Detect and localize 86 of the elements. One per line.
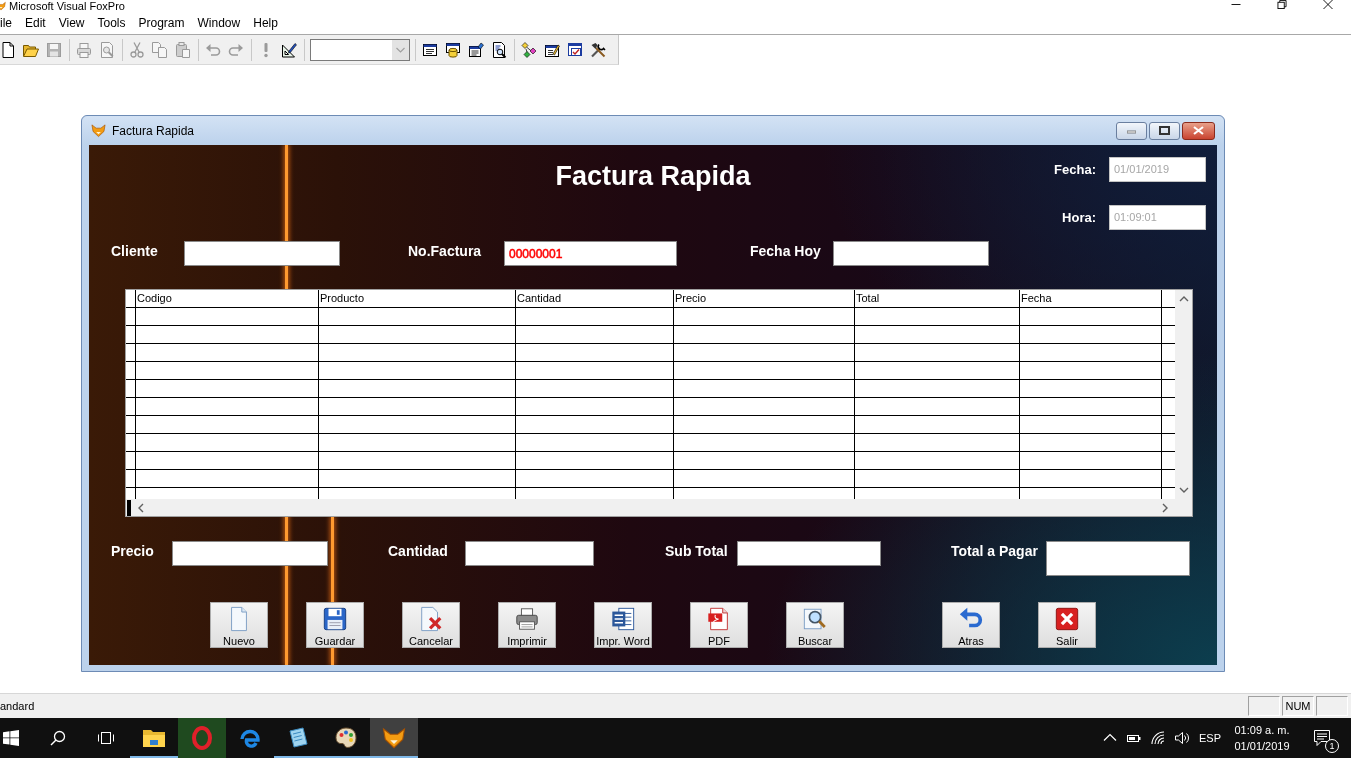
speaker-icon[interactable] (1174, 730, 1190, 746)
text-field[interactable] (737, 541, 881, 566)
pdf-export-button[interactable]: PDF (690, 602, 748, 648)
print-button[interactable]: Imprimir (498, 602, 556, 648)
exit-button[interactable]: Salir (1038, 602, 1096, 648)
database-window-icon[interactable] (445, 41, 461, 58)
column-header[interactable]: Codigo (136, 290, 319, 307)
close-button[interactable] (1182, 121, 1215, 140)
magnifier-page-icon (802, 606, 828, 632)
window-lines-icon[interactable] (422, 41, 438, 58)
minimize-icon (1127, 127, 1136, 134)
save-button[interactable]: Guardar (306, 602, 364, 648)
menu-item[interactable]: View (51, 14, 91, 32)
menu-item[interactable]: ile (0, 14, 18, 32)
restore-icon[interactable] (1277, 0, 1287, 9)
menu-item[interactable]: Window (190, 14, 247, 32)
hammer-wrench-icon[interactable] (590, 41, 606, 58)
close-icon[interactable] (1323, 0, 1333, 9)
maximize-icon (1159, 126, 1170, 135)
window-check-icon[interactable] (567, 41, 583, 58)
column-header[interactable]: Precio (674, 290, 855, 307)
field-label: No.Factura (408, 242, 482, 261)
column-header[interactable]: Fecha (1020, 290, 1162, 307)
page-cross-icon (418, 606, 444, 632)
text-field[interactable] (465, 541, 594, 566)
notification-badge: 1 (1325, 739, 1339, 753)
palette-icon (334, 726, 358, 750)
fox-icon (382, 726, 406, 750)
word-export-button[interactable]: Impr. Word (594, 602, 652, 648)
blank-page-icon[interactable] (0, 41, 16, 58)
search-icon[interactable] (50, 730, 66, 746)
text-field[interactable]: 00000001 (504, 241, 677, 266)
back-button[interactable]: Atras (942, 602, 1000, 648)
maximize-button[interactable] (1149, 121, 1180, 140)
new-button[interactable]: Nuevo (210, 602, 268, 648)
column-header[interactable]: Cantidad (516, 290, 674, 307)
field-label: Precio (111, 542, 154, 561)
status-panel: NUM (1282, 696, 1314, 716)
field-label: Fecha: (1054, 161, 1096, 177)
column-header[interactable]: Producto (319, 290, 516, 307)
form-title: Factura Rapida (112, 123, 195, 138)
clock[interactable]: 01:09 a. m. 01/01/2019 (1226, 722, 1298, 754)
fox-icon (91, 123, 106, 138)
diamond-shapes-icon[interactable] (521, 41, 537, 58)
notebook-icon (286, 726, 310, 750)
field-label: Hora: (1062, 209, 1096, 225)
notification-icon[interactable] (1313, 729, 1331, 747)
task-view-icon[interactable] (98, 730, 114, 746)
text-field[interactable] (184, 241, 340, 266)
text-field[interactable] (1046, 541, 1190, 576)
page-magnifier-icon[interactable] (491, 41, 507, 58)
ring-icon (190, 726, 214, 750)
chevron-down-icon[interactable] (1178, 487, 1189, 494)
menu-item[interactable]: Edit (18, 14, 52, 32)
field-label: Fecha Hoy (750, 242, 821, 261)
chevron-left-icon[interactable] (137, 502, 144, 513)
field-label: Cantidad (388, 542, 448, 561)
close-icon (1193, 126, 1204, 135)
field-label: Cliente (111, 242, 158, 261)
status-panel (1316, 696, 1348, 716)
cross-square-icon (1054, 606, 1080, 632)
start-menu-icon[interactable] (3, 730, 19, 746)
split-bar[interactable] (127, 499, 131, 516)
app-title: Microsoft Visual FoxPro (9, 0, 125, 12)
set-square-pencil-icon[interactable] (281, 41, 297, 58)
field-label: Sub Total (665, 542, 728, 561)
document-icon (610, 606, 636, 632)
column-header[interactable]: Total (855, 290, 1020, 307)
minimize-button[interactable] (1116, 121, 1147, 140)
properties-window-icon[interactable] (468, 41, 484, 58)
cancel-button[interactable]: Cancelar (402, 602, 460, 648)
field-label: Total a Pagar (951, 542, 1038, 561)
search-button[interactable]: Buscar (786, 602, 844, 648)
menu-item[interactable]: Program (131, 14, 191, 32)
form-heading: Factura Rapida (555, 160, 751, 192)
text-field[interactable] (833, 241, 989, 266)
wifi-icon[interactable] (1150, 730, 1166, 746)
text-field[interactable] (172, 541, 328, 566)
status-panel (1248, 696, 1280, 716)
chevron-right-icon[interactable] (1162, 502, 1169, 513)
language-indicator[interactable]: ESP (1194, 732, 1226, 744)
printer-icon (514, 606, 540, 632)
status-text: andard (0, 700, 35, 712)
menu-item[interactable]: Help (246, 14, 284, 32)
data-grid[interactable]: Codigo Producto Cantidad Precio Total Fecha (125, 289, 1193, 517)
menu-item[interactable]: Tools (90, 14, 132, 32)
